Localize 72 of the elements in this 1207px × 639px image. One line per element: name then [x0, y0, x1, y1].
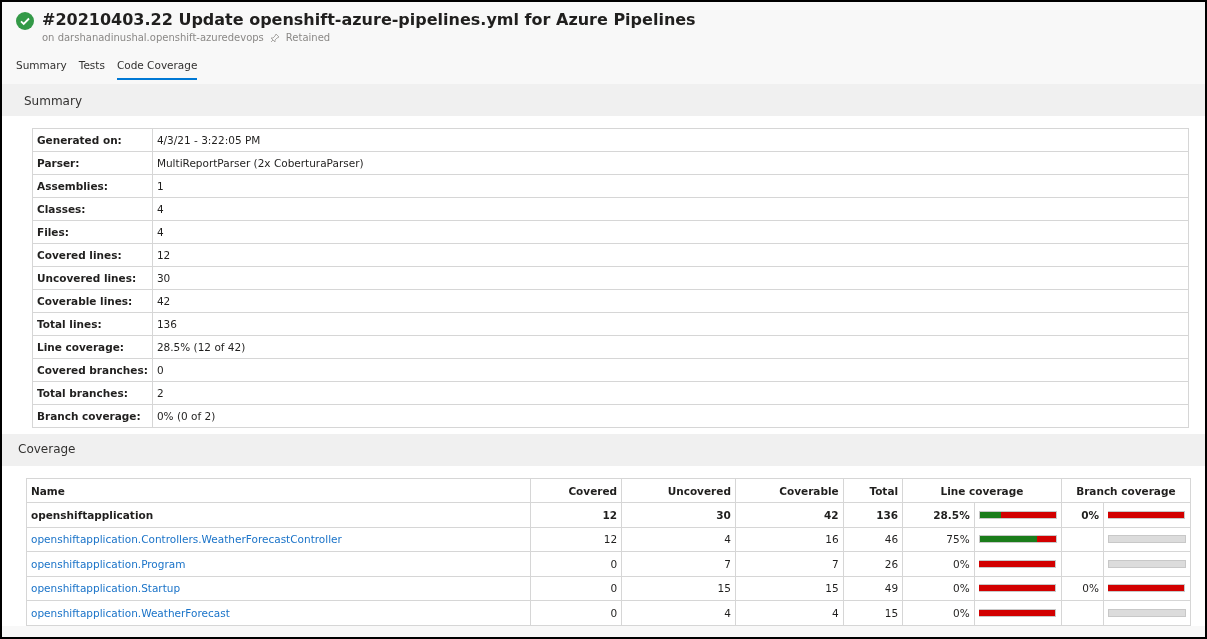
table-cell: 15	[621, 576, 736, 601]
column-header: Name	[26, 478, 531, 503]
tab[interactable]: Tests	[78, 55, 105, 80]
table-cell: 16	[735, 527, 844, 552]
table-cell: 0	[530, 576, 622, 601]
table-cell: 4	[621, 527, 736, 552]
table-cell: 4	[735, 600, 844, 625]
column-header: Branch coverage	[1061, 478, 1191, 503]
table-cell: 12	[530, 502, 622, 527]
table-cell: 7	[735, 551, 844, 576]
table-cell: 26	[843, 551, 903, 576]
summary-value: 1	[152, 174, 1189, 198]
table-cell: 15	[735, 576, 844, 601]
branch-coverage-percent: 0%	[1061, 576, 1104, 601]
assembly-name: openshiftapplication	[26, 502, 531, 527]
summary-label: Total lines:	[32, 312, 153, 336]
table-cell: 49	[843, 576, 903, 601]
line-coverage-percent: 75%	[902, 527, 975, 552]
table-cell: 0	[530, 600, 622, 625]
branch-coverage-percent: 0%	[1061, 502, 1104, 527]
line-coverage-percent: 0%	[902, 600, 975, 625]
retained-label: Retained	[285, 32, 331, 43]
summary-value: 4	[152, 220, 1189, 244]
table-cell: 46	[843, 527, 903, 552]
summary-value: 4/3/21 - 3:22:05 PM	[152, 128, 1189, 152]
summary-label: Covered branches:	[32, 358, 153, 382]
table-cell: 30	[621, 502, 736, 527]
section-heading: Coverage	[2, 434, 1205, 466]
build-title: #20210403.22 Update openshift-azure-pipelines.yml for Azure Pipelines	[42, 10, 696, 29]
summary-label: Branch coverage:	[32, 404, 153, 428]
summary-label: Files:	[32, 220, 153, 244]
summary-value: 30	[152, 266, 1189, 290]
column-header: Coverable	[735, 478, 844, 503]
column-header: Uncovered	[621, 478, 736, 503]
column-header: Line coverage	[902, 478, 1062, 503]
class-link[interactable]: openshiftapplication.Program	[31, 557, 186, 570]
column-header: Total	[843, 478, 903, 503]
summary-label: Generated on:	[32, 128, 153, 152]
summary-value: 2	[152, 381, 1189, 405]
summary-label: Total branches:	[32, 381, 153, 405]
column-header: Covered	[530, 478, 622, 503]
summary-value: MultiReportParser (2x CoberturaParser)	[152, 151, 1189, 175]
tab[interactable]: Code Coverage	[116, 55, 198, 80]
summary-label: Coverable lines:	[32, 289, 153, 313]
section-heading: Summary	[2, 84, 1205, 116]
tab[interactable]: Summary	[16, 55, 67, 80]
table-cell: 12	[530, 527, 622, 552]
summary-value: 28.5% (12 of 42)	[152, 335, 1189, 359]
table-cell: 0	[530, 551, 622, 576]
table-cell: 42	[735, 502, 844, 527]
summary-value: 42	[152, 289, 1189, 313]
table-cell: 136	[843, 502, 903, 527]
summary-label: Parser:	[32, 151, 153, 175]
summary-value: 12	[152, 243, 1189, 267]
summary-value: 136	[152, 312, 1189, 336]
line-coverage-percent: 0%	[902, 576, 975, 601]
summary-label: Line coverage:	[32, 335, 153, 359]
table-cell: 7	[621, 551, 736, 576]
summary-label: Covered lines:	[32, 243, 153, 267]
summary-value: 4	[152, 197, 1189, 221]
table-cell: 15	[843, 600, 903, 625]
summary-value: 0% (0 of 2)	[152, 404, 1189, 428]
class-link[interactable]: openshiftapplication.Startup	[31, 582, 181, 595]
summary-label: Assemblies:	[32, 174, 153, 198]
summary-label: Classes:	[32, 197, 153, 221]
pin-icon	[269, 32, 280, 43]
table-cell: 4	[621, 600, 736, 625]
summary-label: Uncovered lines:	[32, 266, 153, 290]
summary-value: 0	[152, 358, 1189, 382]
source-repo: on darshanadinushal.openshift-azuredevops	[42, 32, 264, 43]
line-coverage-percent: 0%	[902, 551, 975, 576]
line-coverage-percent: 28.5%	[902, 502, 975, 527]
